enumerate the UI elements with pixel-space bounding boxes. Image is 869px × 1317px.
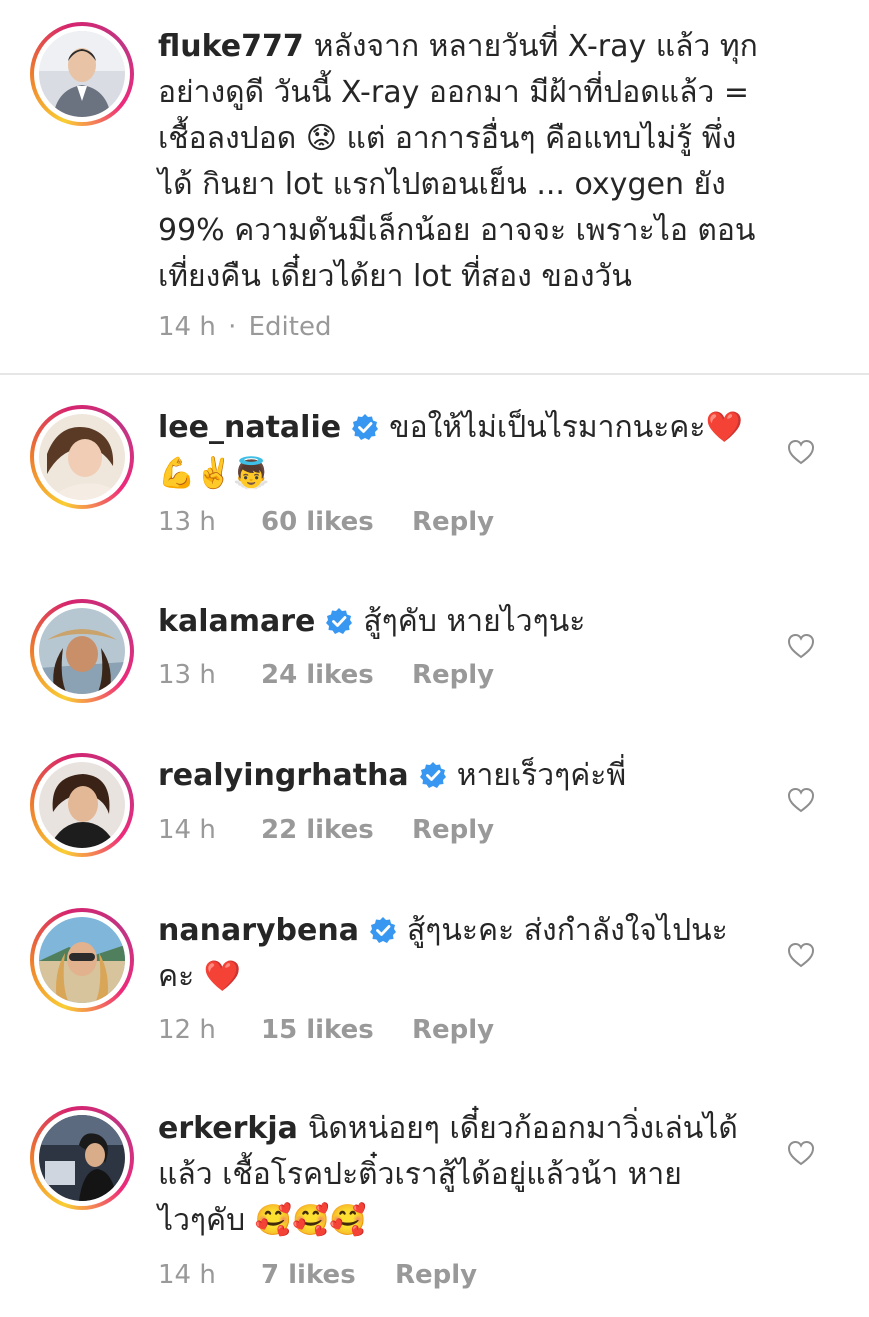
- reply-button[interactable]: Reply: [412, 815, 494, 845]
- heart-outline-icon[interactable]: [786, 437, 816, 467]
- comment-meta: 14 h 7 likes Reply: [158, 1260, 477, 1290]
- verified-badge-icon: [419, 761, 447, 789]
- reply-button[interactable]: Reply: [395, 1260, 477, 1290]
- comment-meta: 13 h 60 likes Reply: [158, 507, 494, 537]
- caption-text: fluke777 หลังจาก หลายวันที่ X-ray แล้ว ทุ…: [158, 24, 758, 300]
- reply-button[interactable]: Reply: [412, 660, 494, 690]
- comment-line: 💪✌️👼: [158, 456, 271, 491]
- likes-count[interactable]: 24 likes: [261, 660, 412, 690]
- timestamp: 14 h: [158, 815, 216, 845]
- heart-outline-icon[interactable]: [786, 785, 816, 815]
- heart-outline-icon[interactable]: [786, 940, 816, 970]
- caption-meta: 14 h · Edited: [158, 312, 331, 342]
- likes-count[interactable]: 60 likes: [261, 507, 412, 537]
- comment-username[interactable]: nanarybena: [158, 913, 359, 948]
- comment-username[interactable]: realyingrhatha: [158, 758, 409, 793]
- avatar[interactable]: [30, 1106, 134, 1210]
- reply-button[interactable]: Reply: [412, 507, 494, 537]
- post-caption: fluke777 หลังจาก หลายวันที่ X-ray แล้ว ทุ…: [0, 0, 869, 372]
- verified-badge-icon: [369, 916, 397, 944]
- caption-line: เชื้อลงปอด 😟 แต่ อาการอื่นๆ คือแทบไม่รู้…: [158, 121, 737, 156]
- comment-line: หายเร็วๆค่ะพี่: [456, 758, 627, 793]
- avatar[interactable]: [30, 599, 134, 703]
- divider: [0, 373, 869, 375]
- comment-text: lee_natalie ขอให้ไม่เป็นไรมากนะคะ❤️ 💪✌️👼: [158, 405, 743, 497]
- timestamp: 13 h: [158, 660, 216, 690]
- comment-username[interactable]: erkerkja: [158, 1111, 298, 1146]
- avatar[interactable]: [30, 22, 134, 126]
- edited-label: Edited: [248, 312, 332, 342]
- comment-line: ขอให้ไม่เป็นไรมากนะคะ❤️: [389, 410, 743, 445]
- likes-count[interactable]: 15 likes: [261, 1015, 412, 1045]
- avatar[interactable]: [30, 405, 134, 509]
- timestamp: 14 h: [158, 312, 216, 342]
- timestamp: 13 h: [158, 507, 216, 537]
- likes-count[interactable]: 7 likes: [261, 1260, 395, 1290]
- comment-text: realyingrhatha หายเร็วๆค่ะพี่: [158, 753, 626, 799]
- caption-line: เที่ยงคืน เดี๋ยวได้ยา lot ที่สอง ของวัน: [158, 259, 632, 294]
- avatar[interactable]: [30, 753, 134, 857]
- likes-count[interactable]: 22 likes: [261, 815, 412, 845]
- comment-line: ไวๆคับ 🥰🥰🥰: [158, 1203, 367, 1238]
- verified-badge-icon: [325, 607, 353, 635]
- comment-meta: 13 h 24 likes Reply: [158, 660, 494, 690]
- caption-line: อย่างดูดี วันนี้ X-ray ออกมา มีฝ้าที่ปอด…: [158, 75, 749, 110]
- caption-username[interactable]: fluke777: [158, 29, 304, 64]
- comment-username[interactable]: kalamare: [158, 604, 315, 639]
- comment-line: คะ ❤️: [158, 959, 242, 994]
- timestamp: 14 h: [158, 1260, 216, 1290]
- caption-line: 99% ความดันมีเล็กน้อย อาจจะ เพราะไอ ตอน: [158, 213, 756, 248]
- comment-line: สู้ๆนะคะ ส่งกำลังใจไปนะ: [406, 913, 728, 948]
- reply-button[interactable]: Reply: [412, 1015, 494, 1045]
- comment-text: erkerkja นิดหน่อยๆ เดี๋ยวก้ออกมาวิ่งเล่นไ…: [158, 1106, 738, 1244]
- comment-meta: 12 h 15 likes Reply: [158, 1015, 494, 1045]
- comment-line: แล้ว เชื้อโรคปะติ๋วเราสู้ได้อยู่แล้วน้า …: [158, 1157, 682, 1192]
- comment-username[interactable]: lee_natalie: [158, 410, 341, 445]
- comment-text: nanarybena สู้ๆนะคะ ส่งกำลังใจไปนะ คะ ❤️: [158, 908, 728, 1000]
- verified-badge-icon: [351, 413, 379, 441]
- heart-outline-icon[interactable]: [786, 1138, 816, 1168]
- comment-line: สู้ๆคับ หายไวๆนะ: [363, 604, 586, 639]
- comment-text: kalamare สู้ๆคับ หายไวๆนะ: [158, 599, 585, 645]
- separator: ·: [228, 312, 237, 342]
- timestamp: 12 h: [158, 1015, 216, 1045]
- comment-line: นิดหน่อยๆ เดี๋ยวก้ออกมาวิ่งเล่นได้: [307, 1111, 738, 1146]
- caption-line: หลังจาก หลายวันที่ X-ray แล้ว ทุก: [313, 29, 758, 64]
- caption-line: ได้ กินยา lot แรกไปตอนเย็น ... oxygen ยั…: [158, 167, 726, 202]
- comment-meta: 14 h 22 likes Reply: [158, 815, 494, 845]
- avatar[interactable]: [30, 908, 134, 1012]
- heart-outline-icon[interactable]: [786, 631, 816, 661]
